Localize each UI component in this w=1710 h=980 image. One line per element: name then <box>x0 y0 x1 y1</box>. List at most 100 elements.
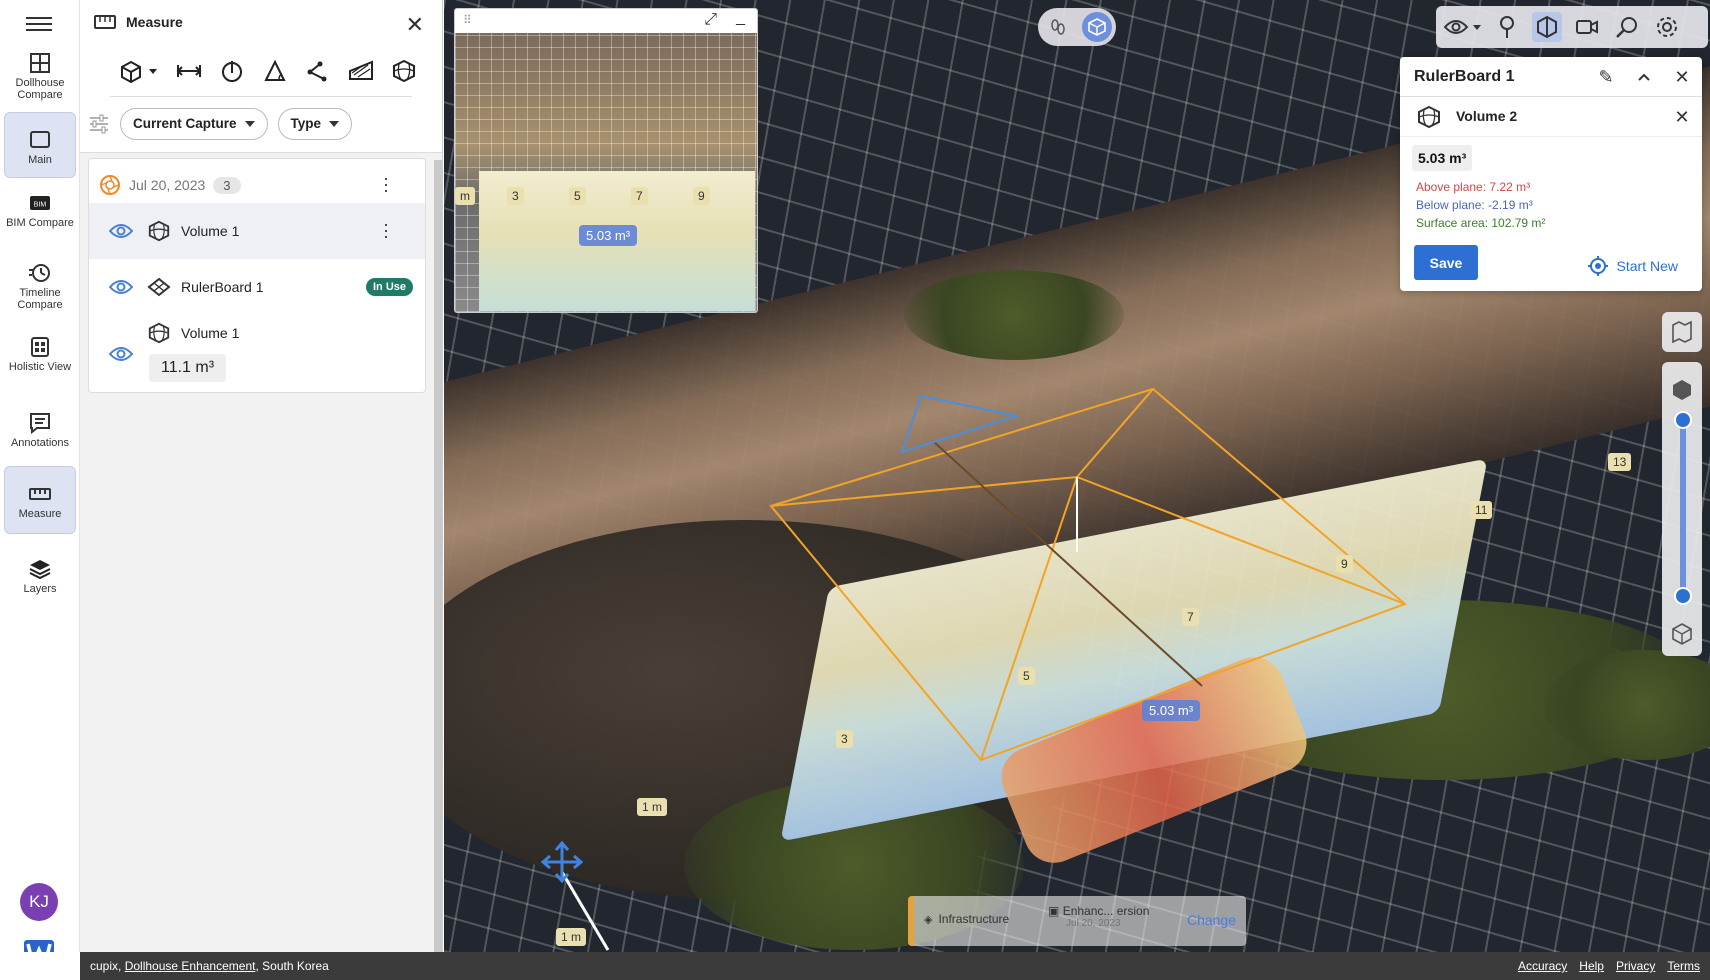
menu-icon[interactable] <box>26 14 52 34</box>
grid-icon <box>30 53 50 73</box>
slider-handle-top[interactable] <box>1674 411 1692 429</box>
panel-title: Measure <box>94 14 183 30</box>
view-mode-toggle <box>1038 8 1116 46</box>
workspace-logo-icon[interactable] <box>22 940 56 952</box>
ruler-tick: 5 <box>1018 667 1035 685</box>
panel-title-text: Measure <box>126 14 183 30</box>
app: Dollhouse Compare Main BIM BIM Compare T… <box>0 0 1710 980</box>
nav-main[interactable]: Main <box>4 112 76 178</box>
terms-link[interactable]: Terms <box>1667 959 1700 973</box>
nav-holistic-view[interactable]: Holistic View <box>4 336 76 384</box>
floorplan-button[interactable] <box>1662 312 1702 352</box>
nav-label: Timeline Compare <box>17 287 63 311</box>
distance-tool-icon[interactable] <box>175 57 203 85</box>
more-options-icon[interactable]: ⋯ <box>375 176 397 194</box>
start-new-button[interactable]: Start New <box>1587 255 1678 277</box>
edit-icon[interactable]: ✎ <box>1594 65 1618 89</box>
version-name: Enhanc... ersion <box>1062 904 1150 918</box>
ruler-tick: 5 <box>569 187 586 205</box>
close-icon[interactable]: ✕ <box>1670 105 1694 129</box>
annotation-icon <box>30 413 50 434</box>
area-tool-icon[interactable] <box>347 57 375 85</box>
more-options-icon[interactable]: ⋯ <box>375 222 397 240</box>
above-plane-value: Above plane: 7.22 m³ <box>1416 180 1531 194</box>
divider <box>110 96 412 97</box>
square-icon <box>30 131 50 148</box>
level-slider-track[interactable] <box>1680 418 1686 598</box>
height-tool-icon[interactable] <box>218 57 246 85</box>
visibility-icon[interactable] <box>109 223 133 239</box>
ruler-tick: 11 <box>1470 501 1493 519</box>
nav-label: Dollhouse Compare <box>15 77 65 101</box>
project-link[interactable]: Dollhouse Enhancement <box>125 959 256 973</box>
ruler-icon <box>29 488 51 500</box>
history-icon <box>29 264 50 282</box>
visibility-dropdown-icon[interactable] <box>1442 12 1486 42</box>
scrollbar[interactable] <box>434 160 442 952</box>
nav-label: Holistic View <box>8 361 72 373</box>
project-breadcrumb: cupix, Dollhouse Enhancement, South Kore… <box>90 959 329 973</box>
ruler-tick: 9 <box>693 187 710 205</box>
walk-mode-icon[interactable] <box>1043 12 1073 42</box>
nav-dollhouse-compare[interactable]: Dollhouse Compare <box>4 52 76 108</box>
3d-mode-icon[interactable] <box>1081 12 1112 42</box>
surface-area-value: Surface area: 102.79 m² <box>1416 216 1546 230</box>
caret-down-icon <box>244 121 255 128</box>
minimap[interactable]: ⠿ ⤢ _ m 3 5 7 9 5.03 m³ <box>454 8 758 313</box>
search-zoom-icon[interactable] <box>1612 12 1642 42</box>
visibility-icon[interactable] <box>109 346 133 362</box>
layers-icon: ◈ <box>924 913 933 926</box>
panel-header: Measure ✕ Current Capture Type <box>80 0 442 153</box>
nav-label: Main <box>28 154 52 166</box>
ruler-tick: 7 <box>1182 608 1199 626</box>
list-item[interactable]: Volume 1 <box>89 315 425 393</box>
nav-annotations[interactable]: Annotations <box>4 412 76 460</box>
nav-label: Measure <box>18 508 62 520</box>
slider-handle-bottom[interactable] <box>1674 587 1692 605</box>
video-icon[interactable] <box>1572 12 1602 42</box>
accuracy-link[interactable]: Accuracy <box>1518 959 1567 973</box>
minimize-icon[interactable]: _ <box>736 9 745 27</box>
capture-date-row[interactable]: Jul 20, 2023 3 ⋯ <box>99 167 425 203</box>
ruler-icon <box>94 15 116 29</box>
list-item[interactable]: RulerBoard 1 In Use <box>89 259 425 315</box>
nav-layers[interactable]: Layers <box>4 558 76 606</box>
polyline-tool-icon[interactable] <box>304 57 332 85</box>
capture-filter-dropdown[interactable]: Current Capture <box>120 108 268 140</box>
close-icon[interactable]: ✕ <box>406 12 424 38</box>
close-icon[interactable]: ✕ <box>1670 65 1694 89</box>
chevron-up-icon[interactable] <box>1632 65 1656 89</box>
visibility-icon[interactable] <box>109 279 133 295</box>
section-icon[interactable] <box>1532 12 1562 42</box>
nav-timeline-compare[interactable]: Timeline Compare <box>4 262 76 318</box>
drag-handle-icon[interactable]: ⠿ <box>463 13 472 27</box>
capture-icon <box>100 175 120 195</box>
nav-measure[interactable]: Measure <box>4 466 76 534</box>
privacy-link[interactable]: Privacy <box>1616 959 1655 973</box>
pin-icon[interactable] <box>1492 12 1522 42</box>
cube-tool-icon[interactable] <box>118 57 160 85</box>
volume-tool-icon[interactable] <box>390 57 418 85</box>
angle-tool-icon[interactable] <box>261 57 289 85</box>
save-button[interactable]: Save <box>1414 245 1478 280</box>
change-button[interactable]: Change <box>1187 912 1236 928</box>
scale-label: 1 m <box>637 798 668 816</box>
footer-links: Accuracy Help Privacy Terms <box>1518 959 1700 973</box>
rulerboard-icon <box>147 277 171 297</box>
type-filter-dropdown[interactable]: Type <box>277 108 353 140</box>
help-link[interactable]: Help <box>1579 959 1604 973</box>
accent-bar <box>908 896 914 946</box>
layers-icon <box>29 560 51 580</box>
rulerboard-header: RulerBoard 1 ✎ ✕ <box>1400 57 1702 97</box>
capture-date: Jul 20, 2023 <box>129 177 206 193</box>
tune-icon[interactable] <box>88 114 110 134</box>
expand-icon[interactable]: ⤢ <box>704 11 717 29</box>
avatar[interactable]: KJ <box>20 883 58 921</box>
map-icon <box>1672 320 1692 344</box>
rulerboard-title: RulerBoard 1 <box>1414 68 1515 85</box>
nav-bim-compare[interactable]: BIM BIM Compare <box>4 192 76 248</box>
settings-icon[interactable] <box>1652 12 1682 42</box>
list-item[interactable]: Volume 1 ⋯ <box>89 203 425 259</box>
item-label: Volume 1 <box>181 325 240 341</box>
below-plane-value: Below plane: -2.19 m³ <box>1416 198 1533 212</box>
